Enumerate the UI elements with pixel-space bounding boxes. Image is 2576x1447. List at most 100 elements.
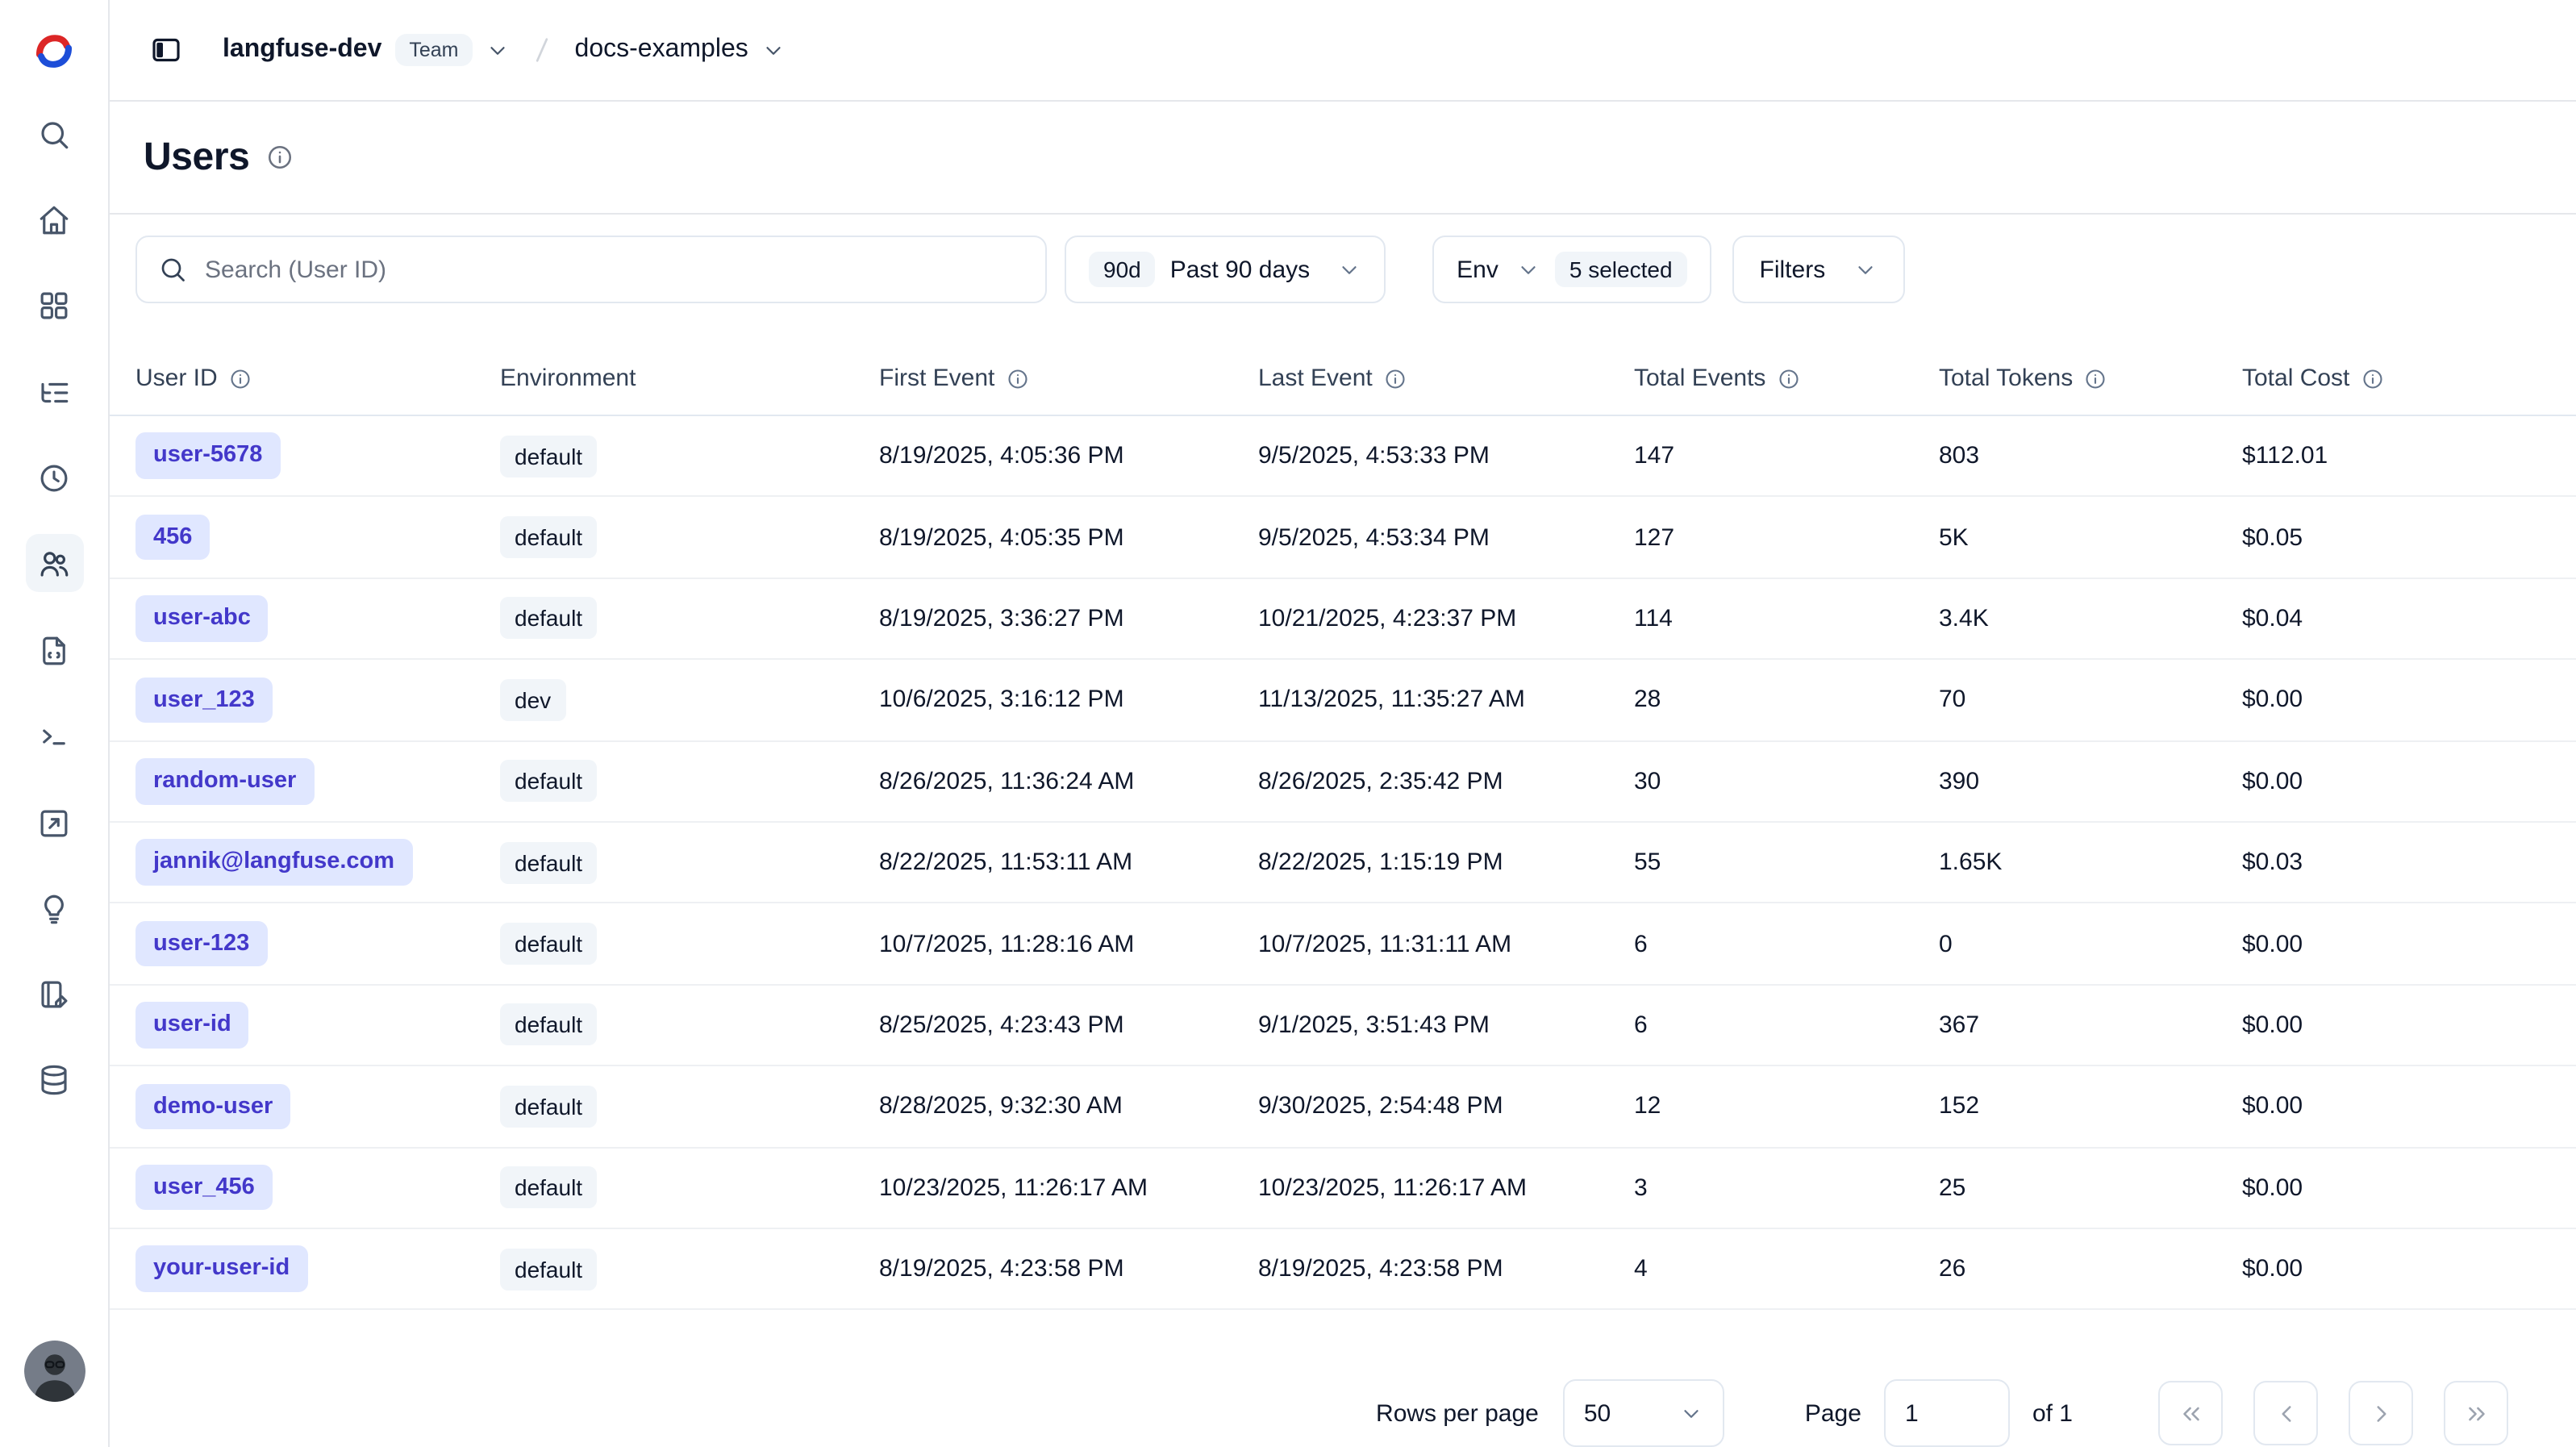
col-header-last-event[interactable]: Last Event <box>1258 365 1634 392</box>
col-label: Total Tokens <box>1939 365 2073 392</box>
sidebar-item-home[interactable] <box>25 190 83 248</box>
search-input[interactable] <box>202 254 1024 285</box>
col-header-environment[interactable]: Environment <box>500 365 879 392</box>
filters-button[interactable]: Filters <box>1732 236 1905 303</box>
total-events-cell: 3 <box>1634 1174 1939 1201</box>
info-icon[interactable] <box>2361 367 2383 390</box>
sidebar-toggle-button[interactable] <box>139 23 194 77</box>
sidebar-item-llm-judge[interactable] <box>25 879 83 937</box>
sidebar-item-users[interactable] <box>25 534 83 592</box>
info-icon[interactable] <box>1384 367 1407 390</box>
col-header-first-event[interactable]: First Event <box>879 365 1258 392</box>
datasets-icon <box>37 1062 71 1096</box>
project-switcher[interactable]: docs-examples <box>575 35 786 65</box>
user-id-link[interactable]: user-abc <box>135 595 269 641</box>
table-row[interactable]: your-user-iddefault8/19/2025, 4:23:58 PM… <box>110 1229 2576 1311</box>
last-event-cell: 8/19/2025, 4:23:58 PM <box>1258 1255 1634 1282</box>
first-event-cell: 8/25/2025, 4:23:43 PM <box>879 1011 1258 1039</box>
llm-judge-icon <box>37 891 71 925</box>
table-row[interactable]: user-abcdefault8/19/2025, 3:36:27 PM10/2… <box>110 579 2576 661</box>
sidebar-item-sessions[interactable] <box>25 448 83 507</box>
col-label: Total Events <box>1634 365 1765 392</box>
evaluation-icon <box>37 806 71 840</box>
table-row[interactable]: user-iddefault8/25/2025, 4:23:43 PM9/1/2… <box>110 985 2576 1066</box>
user-id-link[interactable]: user-123 <box>135 921 267 967</box>
rows-per-page-select[interactable]: 50 <box>1563 1379 1724 1447</box>
sidebar-item-annotation[interactable] <box>25 965 83 1023</box>
langfuse-logo[interactable] <box>0 0 108 102</box>
chevrons-left-icon <box>2177 1399 2204 1427</box>
page-number-input[interactable] <box>1884 1379 2010 1447</box>
col-header-user-id[interactable]: User ID <box>135 365 500 392</box>
sidebar-item-dashboards[interactable] <box>25 276 83 334</box>
user-id-link[interactable]: jannik@langfuse.com <box>135 840 412 886</box>
last-page-button[interactable] <box>2444 1381 2508 1445</box>
environment-badge: default <box>500 1086 597 1128</box>
sidebar-item-search[interactable] <box>25 105 83 163</box>
chevron-down-icon <box>486 38 511 62</box>
chevron-right-icon <box>2367 1399 2395 1427</box>
user-id-link[interactable]: random-user <box>135 758 314 804</box>
table-row[interactable]: random-userdefault8/26/2025, 11:36:24 AM… <box>110 741 2576 823</box>
org-switcher[interactable]: langfuse-dev Team <box>223 34 511 66</box>
first-page-button[interactable] <box>2158 1381 2223 1445</box>
total-cost-cell: $0.00 <box>2242 1174 2576 1201</box>
previous-page-button[interactable] <box>2253 1381 2318 1445</box>
total-tokens-cell: 0 <box>1939 930 2242 957</box>
total-cost-cell: $0.00 <box>2242 686 2576 714</box>
info-icon[interactable] <box>265 144 293 171</box>
user-id-link[interactable]: user_456 <box>135 1165 273 1211</box>
table-row[interactable]: demo-userdefault8/28/2025, 9:32:30 AM9/3… <box>110 1066 2576 1148</box>
org-name: langfuse-dev <box>223 35 381 65</box>
chevron-down-icon <box>761 38 786 62</box>
info-icon[interactable] <box>2084 367 2107 390</box>
sidebar-item-evaluation[interactable] <box>25 794 83 852</box>
info-icon[interactable] <box>1777 367 1799 390</box>
col-header-total-events[interactable]: Total Events <box>1634 365 1939 392</box>
user-avatar[interactable] <box>23 1341 85 1402</box>
table-controls: 90d Past 90 days Env 5 selected Filters <box>110 215 2576 342</box>
first-event-cell: 8/19/2025, 3:36:27 PM <box>879 605 1258 632</box>
last-event-cell: 8/22/2025, 1:15:19 PM <box>1258 849 1634 876</box>
next-page-button[interactable] <box>2349 1381 2413 1445</box>
col-label: User ID <box>135 365 218 392</box>
sidebar-item-prompts[interactable] <box>25 621 83 679</box>
environment-badge: default <box>500 841 597 883</box>
total-cost-cell: $0.00 <box>2242 1255 2576 1282</box>
date-range-button[interactable]: 90d Past 90 days <box>1065 236 1386 303</box>
info-icon[interactable] <box>229 367 252 390</box>
user-id-link[interactable]: user-5678 <box>135 433 280 479</box>
total-tokens-cell: 26 <box>1939 1255 2242 1282</box>
search-icon <box>37 117 71 151</box>
col-header-total-cost[interactable]: Total Cost <box>2242 365 2576 392</box>
sidebar-item-tracing[interactable] <box>25 363 83 421</box>
user-id-link[interactable]: user-id <box>135 1002 249 1048</box>
user-id-link[interactable]: demo-user <box>135 1083 290 1129</box>
table-row[interactable]: 456default8/19/2025, 4:05:35 PM9/5/2025,… <box>110 498 2576 579</box>
sidebar-item-datasets[interactable] <box>25 1050 83 1108</box>
sidebar-item-playground[interactable] <box>25 707 83 765</box>
col-label: Last Event <box>1258 365 1373 392</box>
users-table: User ID Environment First Event Last Eve… <box>110 342 2576 1358</box>
user-id-link[interactable]: your-user-id <box>135 1246 307 1292</box>
rows-per-page-label: Rows per page <box>1376 1399 1539 1427</box>
table-row[interactable]: jannik@langfuse.comdefault8/22/2025, 11:… <box>110 823 2576 904</box>
table-header-row: User ID Environment First Event Last Eve… <box>110 342 2576 416</box>
table-row[interactable]: user-5678default8/19/2025, 4:05:36 PM9/5… <box>110 416 2576 498</box>
col-header-total-tokens[interactable]: Total Tokens <box>1939 365 2242 392</box>
env-filter-button[interactable]: Env 5 selected <box>1432 236 1711 303</box>
home-icon <box>37 202 71 236</box>
user-id-link[interactable]: user_123 <box>135 677 273 723</box>
total-tokens-cell: 3.4K <box>1939 605 2242 632</box>
table-row[interactable]: user_123dev10/6/2025, 3:16:12 PM11/13/20… <box>110 660 2576 741</box>
first-event-cell: 10/23/2025, 11:26:17 AM <box>879 1174 1258 1201</box>
environment-badge: default <box>500 923 597 965</box>
table-row[interactable]: user-123default10/7/2025, 11:28:16 AM10/… <box>110 904 2576 986</box>
total-cost-cell: $112.01 <box>2242 442 2576 469</box>
table-row[interactable]: user_456default10/23/2025, 11:26:17 AM10… <box>110 1148 2576 1229</box>
users-icon <box>37 546 71 580</box>
info-icon[interactable] <box>1006 367 1028 390</box>
environment-badge: default <box>500 516 597 558</box>
environment-badge: dev <box>500 679 565 721</box>
user-id-link[interactable]: 456 <box>135 515 210 561</box>
